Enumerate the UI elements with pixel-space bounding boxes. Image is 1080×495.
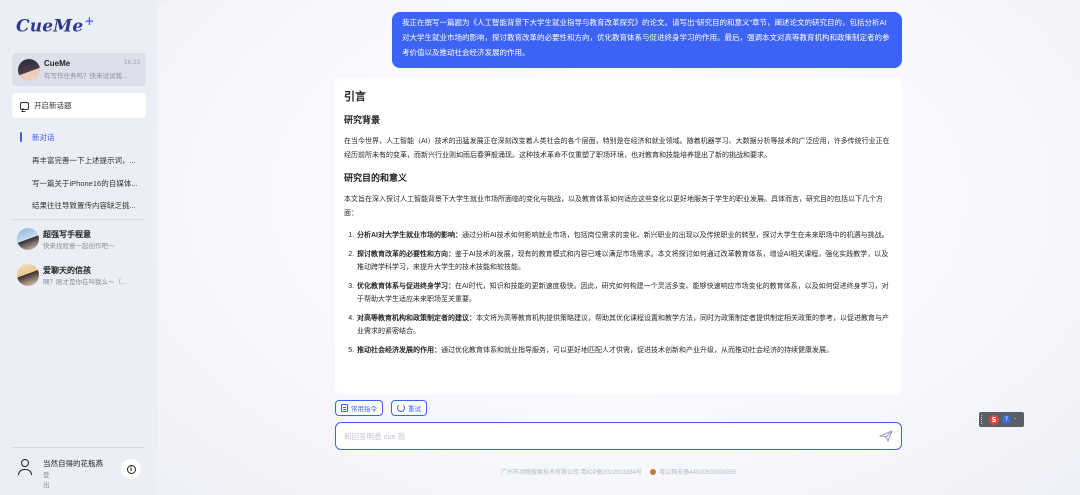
retry-label: 重试 bbox=[408, 406, 421, 413]
info-button[interactable]: i bbox=[121, 459, 141, 479]
bot-conversation-card[interactable]: CueMe 有写作任务吗？快来试试我... 16:22 bbox=[12, 53, 146, 86]
footer: 广州市动物搜索技术有限公司 粤ICP备2022013384号 粤公网安备4401… bbox=[335, 467, 902, 476]
retry-button[interactable]: 重试 bbox=[391, 400, 427, 416]
paragraph-background: 在当今世界，人工智能（AI）技术的迅猛发展正在深刻改变着人类社会的各个层面，特别… bbox=[344, 138, 890, 159]
footer-police[interactable]: 粤公网安备44010502000055 bbox=[659, 470, 736, 476]
section-heading-purpose: 研究目的和意义 bbox=[344, 173, 408, 183]
drag-handle-icon[interactable] bbox=[981, 415, 984, 424]
bot-preview: 有写作任务吗？快来试试我... bbox=[44, 73, 128, 80]
assistant-answer: 引言 研究背景 在当今世界，人工智能（AI）技术的迅猛发展正在深刻改变着人类社会… bbox=[335, 78, 902, 394]
list-item: 对高等教育机构和政策制定者的建议：本文将为高等教育机构提供策略建议，帮助其优化课… bbox=[356, 312, 893, 339]
list-item: 分析AI对大学生就业市场的影响：通过分析AI技术如何影响就业市场，包括岗位需求的… bbox=[356, 229, 893, 243]
send-icon[interactable] bbox=[879, 430, 893, 442]
chat-bubble-icon bbox=[20, 101, 29, 110]
agent-preview: 快来找程意一起创作吧～ bbox=[43, 243, 115, 250]
new-chat-button[interactable]: 开启新话题 bbox=[12, 93, 146, 118]
chat-input-box[interactable] bbox=[335, 422, 902, 450]
agent-name: 爱聊天的信孩 bbox=[43, 266, 91, 275]
history-item-new[interactable]: 新对话 bbox=[32, 132, 144, 144]
police-badge-icon bbox=[649, 469, 656, 475]
logout-link[interactable]: 登出 bbox=[43, 469, 50, 489]
retry-icon bbox=[397, 404, 405, 412]
agent-item[interactable]: 爱聊天的信孩 嘀？刚才是你在叫我么～（... bbox=[0, 262, 157, 290]
agent-avatar bbox=[17, 228, 39, 250]
divider bbox=[12, 447, 144, 448]
app-logo[interactable]: CueMe+ bbox=[16, 14, 95, 37]
common-prompts-label: 常用指令 bbox=[351, 406, 377, 413]
common-prompts-button[interactable]: 常用指令 bbox=[335, 400, 383, 416]
new-chat-label: 开启新话题 bbox=[34, 101, 72, 110]
agent-avatar bbox=[17, 264, 39, 286]
agent-preview: 嘀？刚才是你在叫我么～（... bbox=[43, 279, 127, 286]
info-icon: i bbox=[126, 464, 136, 474]
answer-heading: 引言 bbox=[344, 91, 366, 103]
paragraph-purpose: 本文旨在深入探讨人工智能背景下大学生就业市场所面临的变化与挑战，以及教育体系如何… bbox=[344, 196, 883, 217]
user-message-bubble: 我正在撰写一篇题为《人工智能背景下大学生就业指导与教育改革探究》的论文。请写出“… bbox=[392, 12, 902, 68]
active-indicator bbox=[20, 132, 22, 142]
bot-time: 16:22 bbox=[124, 59, 141, 66]
bot-name: CueMe bbox=[44, 59, 71, 68]
user-name: 当然自得的花瓶燕 bbox=[43, 459, 103, 468]
agent-item[interactable]: 超强写手程意 快来找程意一起创作吧～ bbox=[0, 226, 157, 254]
section-heading-background: 研究背景 bbox=[344, 115, 381, 125]
ime-help-icon[interactable]: ? bbox=[1002, 415, 1011, 424]
footer-company[interactable]: 广州市动物搜索技术有限公司 粤ICP备2022013384号 bbox=[501, 470, 642, 476]
list-item: 优化教育体系与促进终身学习：在AI时代，知识和技能的更新速度极快。因此，研究如何… bbox=[356, 280, 893, 307]
sidebar: CueMe+ CueMe 有写作任务吗？快来试试我... 16:22 开启新话题… bbox=[0, 0, 157, 495]
ime-sogou-icon[interactable]: S bbox=[989, 414, 999, 425]
purpose-list: 分析AI对大学生就业市场的影响：通过分析AI技术如何影响就业市场，包括岗位需求的… bbox=[356, 229, 893, 357]
history-item[interactable]: 写一篇关于iPhone16的自媒体... bbox=[32, 178, 144, 190]
user-icon bbox=[18, 459, 32, 477]
history-item[interactable]: 再丰富完善一下上述提示词，... bbox=[32, 155, 144, 167]
list-item: 探讨教育改革的必要性和方向：鉴于AI技术的发展，现有的教育模式和内容已难以满足市… bbox=[356, 248, 893, 275]
list-item: 推动社会经济发展的作用：通过优化教育体系和就业指导服务，可以更好地匹配人才供需，… bbox=[356, 344, 893, 358]
chat-input[interactable] bbox=[344, 429, 864, 443]
ime-toolbar[interactable]: S ? · bbox=[979, 412, 1024, 427]
bot-avatar bbox=[18, 59, 40, 81]
ime-menu-icon[interactable]: · bbox=[1014, 415, 1020, 424]
divider bbox=[12, 219, 144, 220]
agent-name: 超强写手程意 bbox=[43, 230, 91, 239]
document-icon bbox=[341, 404, 348, 412]
history-item[interactable]: 结果往往导致置传内容缺乏挑... bbox=[32, 200, 144, 212]
